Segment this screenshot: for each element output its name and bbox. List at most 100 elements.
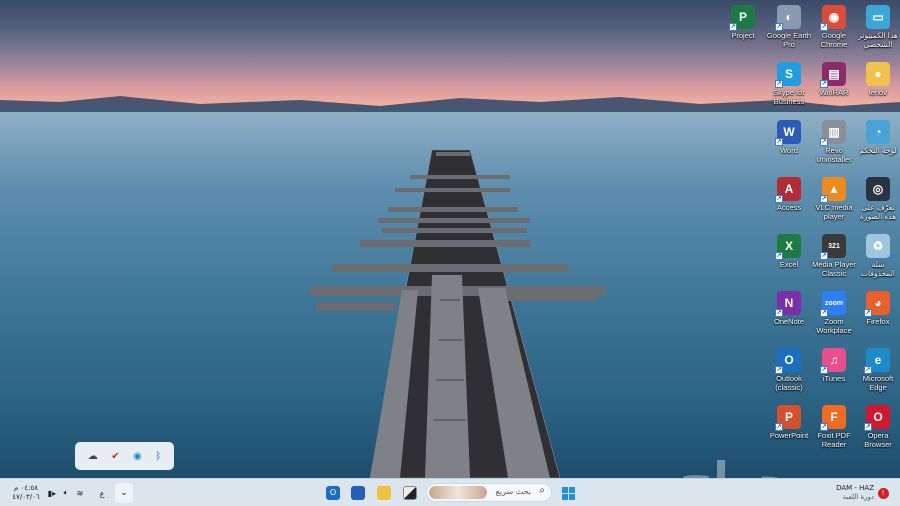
battery-icon[interactable]: ▮▸	[46, 483, 58, 503]
desktop-icon[interactable]: ◐ ↗ Google Earth Pro	[766, 5, 812, 49]
icon-glyph: ▤	[828, 67, 840, 81]
system-app-icon: ◎	[866, 177, 890, 201]
desktop-icon[interactable]: X ↗ Excel	[766, 234, 812, 269]
access-icon: A ↗	[775, 177, 801, 203]
desktop-icon[interactable]: ◕ ↗ Firefox	[855, 291, 900, 326]
desktop-icon[interactable]: ♻ سلة المحذوفات	[855, 234, 900, 278]
icon-glyph: ◕	[874, 296, 882, 310]
clock[interactable]: ٠٤:٥٨ م ٤٧/٠٣/٠٦	[8, 483, 44, 503]
icon-glyph: N	[784, 296, 794, 310]
taskbar-outlook[interactable]: O	[324, 483, 342, 503]
show-hidden-icons-button[interactable]: ⌄	[115, 483, 133, 503]
icon-glyph: ◎	[872, 182, 884, 196]
desktop-icon[interactable]: ▥ ↗ Revo Uninstaller	[811, 120, 857, 164]
shortcut-arrow-icon: ↗	[820, 195, 828, 203]
desktop-icon[interactable]: ◎ تعرّف على هذه الصورة	[855, 177, 900, 221]
desktop-icon[interactable]: N ↗ OneNote	[766, 291, 812, 326]
icon-glyph: ▥	[828, 125, 840, 139]
wifi-icon[interactable]: ≋	[74, 483, 86, 503]
desktop-icon[interactable]: ♫ ↗ iTunes	[811, 348, 857, 383]
desktop-icon-label: Google Earth Pro	[766, 31, 812, 49]
icon-glyph: ◐	[785, 10, 793, 24]
icon-glyph: F	[830, 410, 838, 424]
desktop-icon[interactable]: W ↗ Word	[766, 120, 812, 155]
shortcut-arrow-icon: ↗	[864, 423, 872, 431]
itunes-icon: ♫ ↗	[820, 348, 846, 374]
shortcut-arrow-icon: ↗	[775, 80, 783, 88]
shortcut-arrow-icon: ↗	[729, 23, 737, 31]
lenov-icon: ●	[866, 62, 890, 86]
winrar-icon: ▤ ↗	[820, 62, 846, 88]
desktop-icon[interactable]: ▲ ↗ VLC media player	[811, 177, 857, 221]
desktop-icon-label: Microsoft Edge	[862, 374, 894, 392]
search-icon: ⌕	[539, 485, 545, 496]
desktop-icon-label: Foxit PDF Reader	[817, 431, 851, 449]
windows-logo-icon	[561, 486, 575, 500]
desktop-icon[interactable]: O ↗ Outlook (classic)	[766, 348, 812, 392]
skype-for-business-icon: S ↗	[775, 62, 801, 88]
widget-title: DAM - HAZ	[836, 484, 874, 492]
desktop-icon[interactable]: P ↗ PowerPoint	[766, 405, 812, 440]
revo-uninstaller-icon: ▥ ↗	[820, 120, 846, 146]
taskbar-store[interactable]	[349, 483, 367, 503]
desktop-icon-label: Firefox	[866, 317, 890, 326]
desktop-icon-label: تعرّف على هذه الصورة	[859, 203, 897, 221]
google-chrome-icon: ◉ ↗	[820, 5, 846, 31]
bluetooth-icon[interactable]: ᛒ	[155, 451, 161, 462]
desktop-icon[interactable]: ● lenov	[855, 62, 900, 97]
antivirus-icon[interactable]: ✔	[111, 451, 119, 462]
desktop-icon-label: Excel	[779, 260, 799, 269]
desktop-icon[interactable]: F ↗ Foxit PDF Reader	[811, 405, 857, 449]
desktop-icon[interactable]: O ↗ Opera Browser	[855, 405, 900, 449]
start-button[interactable]	[559, 483, 577, 503]
desktop-icon[interactable]: e ↗ Microsoft Edge	[855, 348, 900, 392]
desktop-icon-label: iTunes	[822, 374, 846, 383]
shortcut-arrow-icon: ↗	[820, 366, 828, 374]
desktop-icon[interactable]: ▤ ↗ WinRAR	[811, 62, 857, 97]
desktop-icon[interactable]: S ↗ Skype for Business	[766, 62, 812, 106]
microsoft-edge-icon: e ↗	[864, 348, 890, 374]
firefox-icon: ◕ ↗	[864, 291, 890, 317]
desktop-icon-label: Access	[776, 203, 802, 212]
desktop-icon[interactable]: ◔ لوحة التحكم	[855, 120, 900, 155]
shortcut-arrow-icon: ↗	[775, 366, 783, 374]
taskbar-file-explorer[interactable]	[375, 483, 393, 503]
icon-glyph: S	[784, 67, 793, 81]
desktop-icon[interactable]: ▭ هذا الكمبيوتر الشخصي	[855, 5, 900, 49]
shortcut-arrow-icon: ↗	[820, 138, 828, 146]
weather-widget[interactable]: DAM - HAZ دورة اللعبة	[828, 483, 874, 503]
widget-subtitle: دورة اللعبة	[842, 493, 874, 501]
icon-glyph: ▲	[828, 182, 840, 196]
icon-glyph: X	[784, 239, 793, 253]
icon-glyph: ◉	[828, 10, 840, 24]
onenote-icon: N ↗	[775, 291, 801, 317]
desktop-icon-label: Revo Uninstaller	[816, 146, 852, 164]
shortcut-arrow-icon: ↗	[775, 138, 783, 146]
vlc-media-player-icon: ▲ ↗	[820, 177, 846, 203]
desktop-icon[interactable]: zoom ↗ Zoom Workplace	[811, 291, 857, 335]
volume-icon[interactable]: 🔈︎	[60, 483, 72, 503]
icon-glyph: ▭	[872, 10, 884, 24]
icon-glyph: zoom	[824, 299, 844, 307]
excel-icon: X ↗	[775, 234, 801, 260]
system-app-icon: ▭	[866, 5, 890, 29]
desktop-icon-label: OneNote	[773, 317, 805, 326]
shortcut-arrow-icon: ↗	[864, 309, 872, 317]
edge-update-icon[interactable]: ◉	[133, 451, 142, 462]
desktop-icon[interactable]: 321 ↗ Media Player Classic	[811, 234, 857, 278]
desktop-icon[interactable]: A ↗ Access	[766, 177, 812, 212]
icon-glyph: 321	[828, 242, 840, 250]
search-box[interactable]: بحث سريع ⌕	[426, 483, 552, 502]
shortcut-arrow-icon: ↗	[775, 423, 783, 431]
desktop-icon[interactable]: P ↗ Project	[720, 5, 766, 40]
icon-glyph: ♻	[872, 239, 884, 253]
onedrive-icon[interactable]: ☁	[88, 451, 98, 462]
taskbar-app[interactable]	[401, 483, 419, 503]
desktop-icon[interactable]: ◉ ↗ Google Chrome	[811, 5, 857, 49]
widget-badge-icon[interactable]: !	[876, 483, 890, 503]
language-indicator[interactable]: ع	[96, 483, 108, 503]
icon-glyph: ♫	[829, 353, 839, 367]
shortcut-arrow-icon: ↗	[820, 23, 828, 31]
powerpoint-icon: P ↗	[775, 405, 801, 431]
outlook-classic-icon: O ↗	[775, 348, 801, 374]
